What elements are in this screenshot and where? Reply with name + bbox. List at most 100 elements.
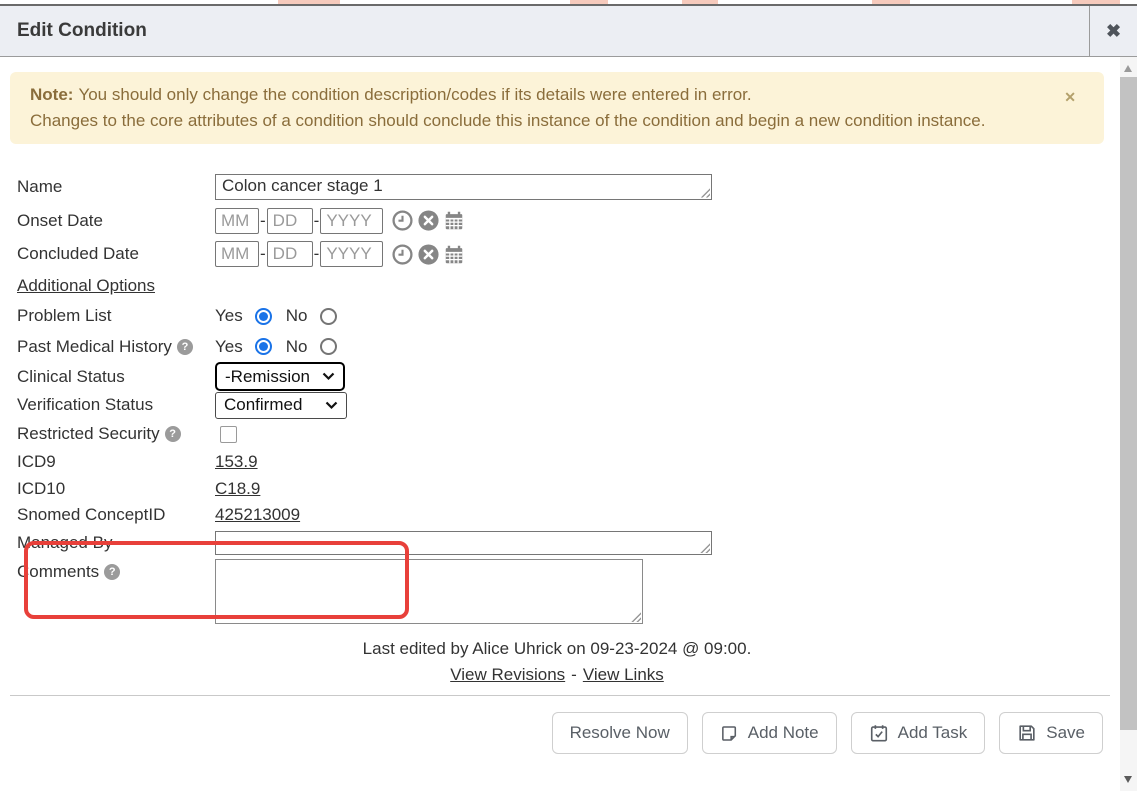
managed-by-input[interactable]: [215, 531, 712, 555]
concluded-date-row: Concluded Date - -: [17, 237, 1120, 271]
problem-list-no-label: No: [286, 306, 308, 326]
scrollbar[interactable]: [1120, 57, 1137, 791]
problem-list-label: Problem List: [17, 306, 215, 326]
page-title: Edit Condition: [0, 6, 1089, 56]
banner-text2: Changes to the core attributes of a cond…: [30, 108, 1014, 134]
modal-header: Edit Condition ✖: [0, 4, 1137, 57]
icd9-label: ICD9: [17, 452, 215, 472]
verification-status-value: Confirmed: [224, 395, 302, 415]
revision-links-line: View Revisions - View Links: [10, 662, 1104, 688]
last-edited-text: Last edited by Alice Uhrick on 09-23-202…: [363, 639, 752, 659]
comments-label: Comments: [17, 562, 99, 582]
scroll-up-icon[interactable]: [1124, 65, 1132, 72]
concluded-day-input[interactable]: [267, 241, 313, 267]
link-separator: -: [571, 665, 577, 685]
date-separator: -: [260, 244, 266, 264]
restricted-security-row: Restricted Security ?: [17, 419, 1120, 449]
problem-list-yes-label: Yes: [215, 306, 243, 326]
additional-options-link[interactable]: Additional Options: [17, 276, 155, 296]
footer-divider: [10, 695, 1110, 696]
clock-icon[interactable]: [391, 209, 414, 232]
snomed-row: Snomed ConceptID 425213009: [17, 502, 1120, 527]
note-label: Note:: [30, 85, 73, 104]
modal-body: Note: You should only change the conditio…: [0, 57, 1120, 791]
managed-by-row: Managed By: [17, 527, 1120, 559]
past-medical-history-row: Past Medical History ? Yes No: [17, 331, 1120, 362]
clear-date-icon[interactable]: [417, 209, 440, 232]
additional-options-row: Additional Options: [17, 271, 1120, 301]
problem-list-row: Problem List Yes No: [17, 301, 1120, 331]
problem-list-no-radio[interactable]: [320, 308, 337, 325]
icd10-row: ICD10 C18.9: [17, 475, 1120, 502]
onset-day-input[interactable]: [267, 208, 313, 234]
icd9-row: ICD9 153.9: [17, 449, 1120, 475]
last-edited-line: Last edited by Alice Uhrick on 09-23-202…: [10, 636, 1104, 662]
banner-dismiss-icon[interactable]: ✕: [1064, 84, 1076, 110]
add-note-label: Add Note: [748, 723, 819, 743]
restricted-security-checkbox[interactable]: [220, 426, 237, 443]
close-icon: ✖: [1106, 21, 1121, 42]
chevron-down-icon: [325, 401, 338, 410]
add-task-label: Add Task: [898, 723, 968, 743]
action-buttons: Resolve Now Add Note Add Task Save: [0, 712, 1103, 754]
save-button[interactable]: Save: [999, 712, 1103, 754]
scrollbar-thumb[interactable]: [1120, 77, 1137, 730]
help-icon[interactable]: ?: [177, 339, 193, 355]
managed-by-label: Managed By: [17, 533, 215, 553]
clinical-status-label: Clinical Status: [17, 367, 215, 387]
view-revisions-link[interactable]: View Revisions: [450, 665, 565, 685]
clear-date-icon[interactable]: [417, 243, 440, 266]
snomed-code-link[interactable]: 425213009: [215, 505, 300, 525]
onset-year-input[interactable]: [320, 208, 383, 234]
note-icon: [720, 724, 739, 743]
name-row: Name Colon cancer stage 1: [17, 169, 1120, 204]
save-label: Save: [1046, 723, 1085, 743]
icd10-label: ICD10: [17, 479, 215, 499]
name-input[interactable]: Colon cancer stage 1: [215, 174, 712, 200]
clinical-status-value: -Remission: [225, 367, 310, 387]
clinical-status-select[interactable]: -Remission: [215, 362, 345, 391]
concluded-date-label: Concluded Date: [17, 244, 215, 264]
warning-banner: Note: You should only change the conditio…: [10, 72, 1104, 144]
pmh-no-radio[interactable]: [320, 338, 337, 355]
date-separator: -: [260, 211, 266, 231]
onset-date-label: Onset Date: [17, 211, 215, 231]
close-button[interactable]: ✖: [1089, 6, 1137, 56]
past-medical-history-label: Past Medical History: [17, 337, 172, 357]
save-icon: [1017, 723, 1037, 743]
onset-month-input[interactable]: [215, 208, 259, 234]
clinical-status-row: Clinical Status -Remission: [17, 362, 1120, 391]
clock-icon[interactable]: [391, 243, 414, 266]
help-icon[interactable]: ?: [165, 426, 181, 442]
banner-text1: You should only change the condition des…: [78, 85, 751, 104]
scroll-down-icon[interactable]: [1124, 776, 1132, 783]
problem-list-yes-radio[interactable]: [255, 308, 272, 325]
pmh-yes-label: Yes: [215, 337, 243, 357]
comments-row: Comments ?: [17, 559, 1120, 636]
help-icon[interactable]: ?: [104, 564, 120, 580]
icd9-code-link[interactable]: 153.9: [215, 452, 258, 472]
concluded-month-input[interactable]: [215, 241, 259, 267]
add-note-button[interactable]: Add Note: [702, 712, 837, 754]
snomed-label: Snomed ConceptID: [17, 505, 215, 525]
view-links-link[interactable]: View Links: [583, 665, 664, 685]
icd10-code-link[interactable]: C18.9: [215, 479, 260, 499]
calendar-icon[interactable]: [443, 209, 465, 232]
name-label: Name: [17, 177, 215, 197]
verification-status-row: Verification Status Confirmed: [17, 391, 1120, 419]
add-task-button[interactable]: Add Task: [851, 712, 986, 754]
resolve-now-button[interactable]: Resolve Now: [552, 712, 688, 754]
comments-input[interactable]: [215, 559, 643, 624]
pmh-yes-radio[interactable]: [255, 338, 272, 355]
calendar-icon[interactable]: [443, 243, 465, 266]
verification-status-select[interactable]: Confirmed: [215, 392, 347, 419]
restricted-security-label: Restricted Security: [17, 424, 160, 444]
pmh-no-label: No: [286, 337, 308, 357]
concluded-year-input[interactable]: [320, 241, 383, 267]
condition-form: Name Colon cancer stage 1 Onset Date - -: [17, 169, 1120, 636]
chevron-down-icon: [322, 372, 335, 381]
resolve-now-label: Resolve Now: [570, 723, 670, 743]
date-separator: -: [314, 211, 320, 231]
date-separator: -: [314, 244, 320, 264]
banner-line1: Note: You should only change the conditio…: [30, 82, 1014, 108]
